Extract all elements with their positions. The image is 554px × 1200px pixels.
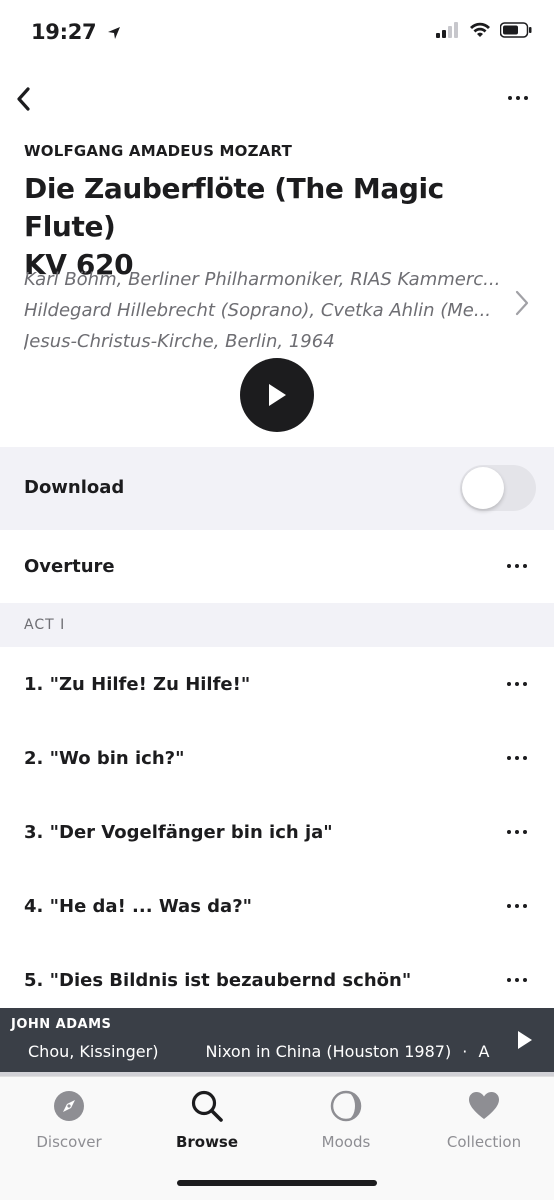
section-header: ACT I: [0, 603, 554, 647]
home-indicator: [177, 1180, 377, 1186]
track-title: Overture: [24, 556, 115, 577]
mini-player-track-part3: Act I: [478, 1042, 490, 1061]
track-row[interactable]: 2. "Wo bin ich?": [0, 722, 554, 796]
track-title: 1. "Zu Hilfe! Zu Hilfe!": [24, 674, 251, 695]
track-row[interactable]: 3. "Der Vogelfänger bin ich ja": [0, 796, 554, 870]
ellipsis-icon: [507, 830, 527, 834]
ellipsis-icon: [507, 904, 527, 908]
track-row[interactable]: 5. "Dies Bildnis ist bezaubernd schön": [0, 944, 554, 1018]
download-row: Download: [0, 447, 554, 530]
compass-icon: [54, 1091, 84, 1121]
performers-line2: Hildegard Hillebrecht (Soprano), Cvetka …: [24, 300, 492, 321]
track-more-button[interactable]: [502, 820, 532, 844]
play-button[interactable]: [240, 358, 314, 432]
track-more-button[interactable]: [502, 968, 532, 992]
chevron-right-icon[interactable]: [510, 288, 534, 318]
download-label: Download: [24, 477, 125, 498]
ellipsis-icon: [507, 756, 527, 760]
track-title: 3. "Der Vogelfänger bin ich ja": [24, 822, 333, 843]
chevron-left-icon: [17, 87, 30, 111]
mini-player-track: Chou, Kissinger) Nixon in China (Houston…: [0, 1042, 490, 1061]
performers-line1: Karl Böhm, Berliner Philharmoniker, RIAS…: [24, 269, 500, 290]
tab-discover[interactable]: Discover: [0, 1089, 138, 1159]
mini-player-play-icon[interactable]: [516, 1030, 534, 1050]
tab-browse[interactable]: Browse: [138, 1089, 276, 1159]
tab-discover-label: Discover: [36, 1133, 102, 1151]
track-row[interactable]: 1. "Zu Hilfe! Zu Hilfe!": [0, 648, 554, 722]
search-icon: [191, 1090, 223, 1122]
ellipsis-icon: [508, 96, 528, 100]
cellular-signal-icon: [436, 22, 458, 38]
tab-collection-label: Collection: [446, 1133, 522, 1151]
tab-collection[interactable]: Collection: [415, 1089, 553, 1159]
battery-icon: [500, 22, 532, 38]
toggle-knob: [462, 467, 504, 509]
mini-player[interactable]: JOHN ADAMS Chou, Kissinger) Nixon in Chi…: [0, 1008, 554, 1072]
track-more-button[interactable]: [502, 894, 532, 918]
mini-player-artist: JOHN ADAMS: [11, 1017, 112, 1032]
track-title: 2. "Wo bin ich?": [24, 748, 185, 769]
nav-bar: [0, 80, 554, 120]
track-title: 5. "Dies Bildnis ist bezaubernd schön": [24, 970, 412, 991]
location-arrow-icon: [108, 27, 121, 39]
download-toggle[interactable]: [460, 465, 536, 511]
work-title-line1: Die Zauberflöte (The Magic Flute): [24, 172, 444, 243]
wifi-icon: [470, 22, 490, 37]
track-more-button[interactable]: [502, 554, 532, 578]
track-row[interactable]: 4. "He da! ... Was da?": [0, 870, 554, 944]
status-time: 19:27: [31, 20, 121, 44]
status-bar: 19:27: [0, 0, 554, 70]
ellipsis-icon: [507, 978, 527, 982]
status-time-text: 19:27: [31, 20, 97, 44]
mini-player-track-part1: Chou, Kissinger): [28, 1042, 159, 1061]
ellipsis-icon: [507, 682, 527, 686]
composer-name[interactable]: WOLFGANG AMADEUS MOZART: [24, 142, 292, 160]
tab-moods-label: Moods: [321, 1133, 371, 1151]
track-more-button[interactable]: [502, 746, 532, 770]
moon-icon: [330, 1090, 362, 1122]
track-more-button[interactable]: [502, 672, 532, 696]
performers-info[interactable]: Karl Böhm, Berliner Philharmoniker, RIAS…: [24, 264, 500, 357]
status-icons: [436, 22, 532, 38]
mini-player-separator: ·: [462, 1042, 468, 1061]
back-button[interactable]: [6, 82, 40, 116]
more-options-button[interactable]: [500, 86, 536, 110]
track-row[interactable]: Overture: [0, 530, 554, 604]
section-label: ACT I: [24, 617, 66, 633]
recording-location: Jesus-Christus-Kirche, Berlin, 1964: [24, 331, 335, 352]
play-icon: [269, 384, 286, 406]
track-title: 4. "He da! ... Was da?": [24, 896, 253, 917]
ellipsis-icon: [507, 564, 527, 568]
mini-player-track-part2: Nixon in China (Houston 1987): [205, 1042, 452, 1061]
heart-icon: [469, 1092, 499, 1119]
tab-browse-label: Browse: [175, 1133, 239, 1151]
tab-moods[interactable]: Moods: [277, 1089, 415, 1159]
